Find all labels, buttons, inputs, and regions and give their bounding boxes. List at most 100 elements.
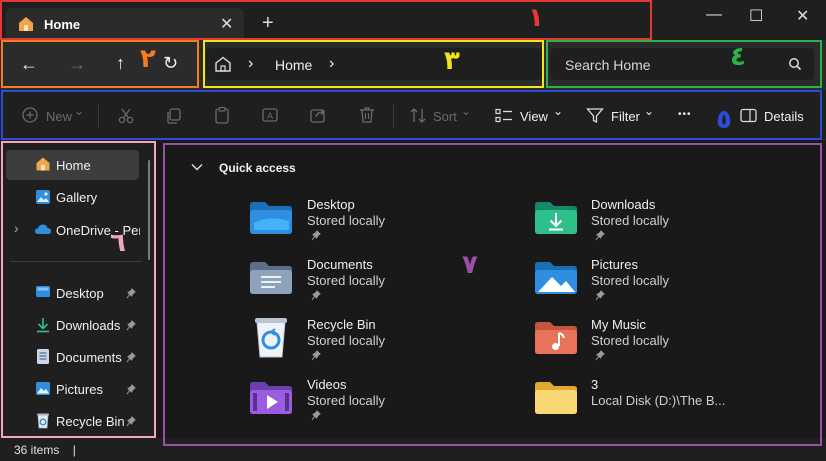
pin-icon[interactable] [595, 290, 605, 301]
details-pane-icon[interactable] [740, 108, 757, 123]
item-location: Local Disk (D:)\The B... [591, 393, 726, 408]
collapse-chevron-icon[interactable] [190, 162, 204, 172]
folder-icon[interactable] [534, 379, 578, 415]
section-title-quick-access[interactable]: Quick access [219, 161, 296, 175]
toolbar-divider [393, 104, 394, 128]
item-location: Stored locally [591, 333, 670, 348]
pin-icon[interactable] [311, 290, 321, 301]
status-bar: 36 items | [0, 438, 826, 461]
status-divider: | [72, 443, 76, 457]
filter-button[interactable]: Filter [611, 109, 640, 124]
pin-icon[interactable] [311, 410, 321, 421]
videos-folder-icon[interactable] [249, 379, 293, 415]
recycle-bin-large-icon[interactable] [252, 315, 290, 359]
documents-folder-icon[interactable] [249, 259, 293, 295]
forward-button[interactable]: → [68, 54, 86, 75]
quick-access-pictures[interactable]: Pictures [591, 257, 638, 272]
address-separator[interactable]: › [248, 55, 253, 73]
item-location: Stored locally [307, 273, 386, 288]
delete-icon[interactable] [358, 106, 376, 124]
sidebar-item-gallery[interactable]: Gallery [56, 190, 97, 205]
item-location: Stored locally [591, 273, 670, 288]
quick-access-documents[interactable]: Documents [307, 257, 373, 272]
expand-chevron-icon[interactable]: › [14, 220, 19, 236]
sidebar-item-desktop[interactable]: Desktop [56, 286, 104, 301]
quick-access-recycle-bin[interactable]: Recycle Bin [307, 317, 376, 332]
view-chevron-icon[interactable]: ⌄ [553, 104, 563, 118]
pictures-folder-icon[interactable] [534, 259, 578, 295]
pin-icon[interactable] [311, 230, 321, 241]
sidebar-item-downloads[interactable]: Downloads [56, 318, 120, 333]
rename-icon[interactable]: A [261, 106, 279, 124]
sidebar-item-documents[interactable]: Documents [56, 350, 122, 365]
copy-icon[interactable] [165, 107, 183, 125]
address-path-home[interactable]: Home [275, 57, 312, 73]
maximize-button[interactable]: ☐ [749, 6, 763, 26]
recycle-bin-icon [37, 413, 49, 429]
pin-icon[interactable] [126, 416, 136, 427]
item-location: Stored locally [307, 213, 386, 228]
view-button[interactable]: View [520, 109, 548, 124]
more-options-button[interactable]: ••• [678, 109, 692, 120]
new-chevron-icon[interactable]: ⌄ [74, 104, 84, 118]
new-tab-button[interactable]: + [262, 12, 274, 35]
sidebar-item-onedrive[interactable]: OneDrive - Perso [56, 222, 140, 240]
quick-access-desktop[interactable]: Desktop [307, 197, 355, 212]
toolbar-divider [98, 104, 99, 128]
filter-icon[interactable] [586, 107, 604, 124]
tab-home[interactable] [6, 8, 244, 40]
address-bar[interactable] [206, 48, 542, 80]
svg-text:A: A [267, 111, 273, 121]
quick-access-folder-3[interactable]: 3 [591, 377, 598, 392]
sort-chevron-icon[interactable]: ⌄ [461, 104, 471, 118]
desktop-icon [36, 286, 50, 297]
view-icon[interactable] [495, 108, 513, 123]
annotation-label-5: ٥ [716, 105, 732, 135]
annotation-label-1: ١ [528, 3, 544, 33]
tab-close-button[interactable]: ✕ [220, 14, 233, 34]
sidebar-scrollbar[interactable] [148, 160, 150, 260]
back-button[interactable]: ← [20, 54, 38, 75]
cut-icon[interactable] [117, 107, 135, 125]
pin-icon[interactable] [126, 384, 136, 395]
music-folder-icon[interactable] [534, 319, 578, 355]
minimize-button[interactable]: — [706, 6, 722, 24]
close-window-button[interactable]: ✕ [796, 6, 809, 26]
home-icon [36, 157, 50, 171]
new-icon[interactable] [22, 107, 38, 123]
pin-icon[interactable] [126, 352, 136, 363]
sidebar-item-recycle-bin[interactable]: Recycle Bin [56, 414, 125, 429]
desktop-folder-icon[interactable] [249, 199, 293, 235]
downloads-folder-icon[interactable] [534, 199, 578, 235]
address-separator-end[interactable]: › [329, 55, 334, 73]
quick-access-my-music[interactable]: My Music [591, 317, 646, 332]
sort-button[interactable]: Sort [433, 109, 457, 124]
up-button[interactable]: ↑ [116, 53, 125, 74]
quick-access-downloads[interactable]: Downloads [591, 197, 655, 212]
annotation-label-7: ٧ [462, 250, 478, 280]
pin-icon[interactable] [595, 350, 605, 361]
search-input[interactable]: Search Home [565, 57, 651, 73]
tab-title: Home [44, 17, 81, 32]
filter-chevron-icon[interactable]: ⌄ [644, 104, 654, 118]
annotation-label-2: ٢ [140, 44, 156, 74]
refresh-button[interactable]: ↻ [163, 53, 178, 74]
quick-access-videos[interactable]: Videos [307, 377, 347, 392]
search-icon[interactable] [788, 57, 802, 71]
sort-icon[interactable] [409, 107, 427, 124]
address-home-icon[interactable] [214, 56, 232, 72]
new-button[interactable]: New [46, 109, 72, 124]
share-icon[interactable] [309, 106, 327, 124]
pin-icon[interactable] [126, 320, 136, 331]
gallery-icon [36, 190, 50, 204]
annotation-label-6: ٦ [110, 228, 126, 258]
sidebar-item-home[interactable]: Home [56, 158, 91, 173]
pin-icon[interactable] [311, 350, 321, 361]
paste-icon[interactable] [213, 106, 231, 124]
pin-icon[interactable] [595, 230, 605, 241]
home-icon [19, 17, 33, 31]
sidebar-item-label: OneDrive - Perso [56, 223, 140, 238]
details-button[interactable]: Details [764, 109, 804, 124]
sidebar-item-pictures[interactable]: Pictures [56, 382, 103, 397]
pin-icon[interactable] [126, 288, 136, 299]
